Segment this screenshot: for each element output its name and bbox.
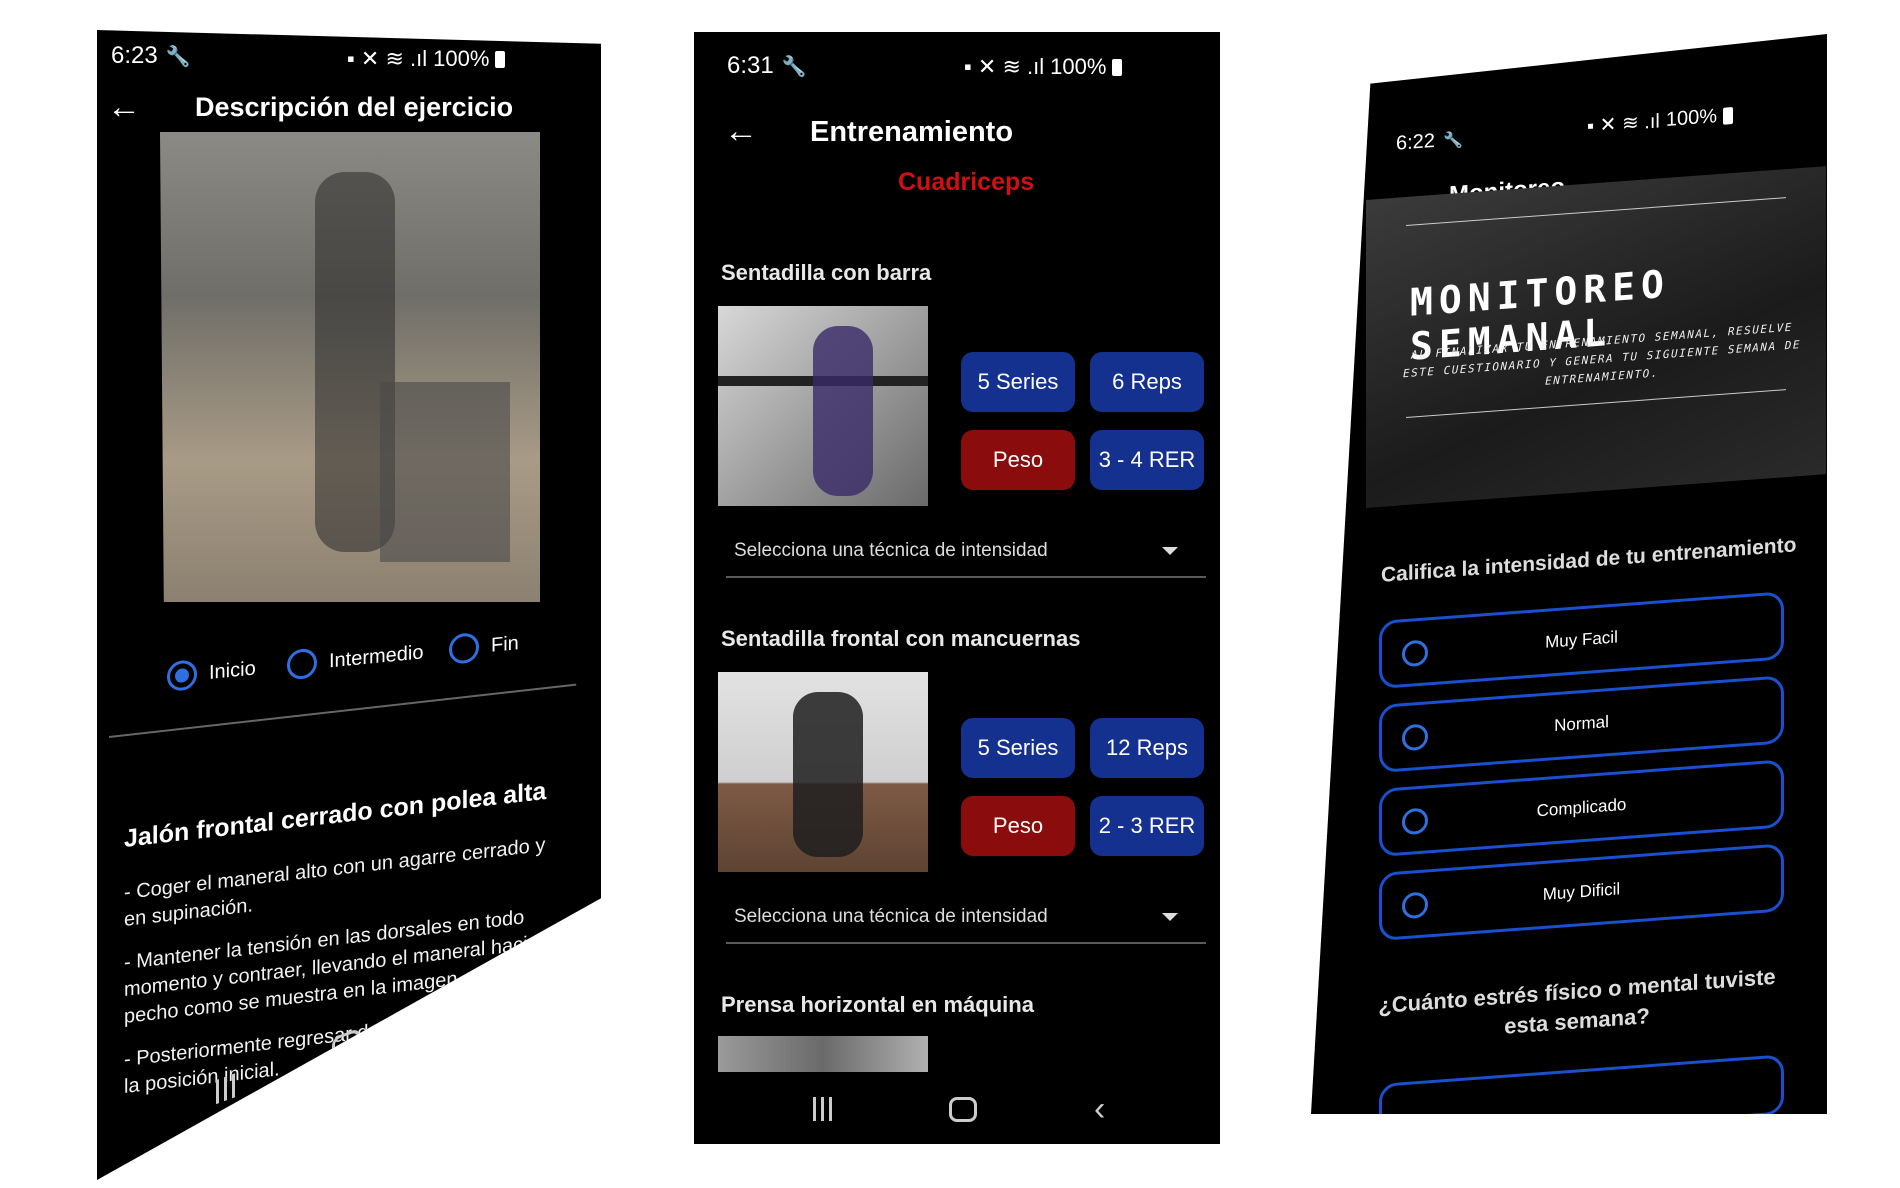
exercise-description: Jalón frontal cerrado con polea alta - C… bbox=[124, 774, 569, 1117]
radio-fin[interactable]: Fin bbox=[449, 628, 519, 665]
wrench-icon: 🔧 bbox=[1442, 131, 1463, 150]
wrench-icon: 🔧 bbox=[781, 55, 807, 78]
home-icon[interactable] bbox=[948, 1096, 977, 1122]
option-complicado[interactable]: Complicado bbox=[1379, 759, 1784, 858]
battery-label: 100% bbox=[1665, 105, 1717, 131]
status-bar: 6:23 🔧 bbox=[111, 42, 191, 70]
radio-intermedio[interactable]: Intermedio bbox=[287, 637, 424, 681]
dropdown-placeholder: Selecciona una técnica de intensidad bbox=[734, 906, 1048, 927]
option-muy-dificil[interactable]: Muy Dificil bbox=[1379, 843, 1784, 942]
rer-button[interactable]: 2 - 3 RER bbox=[1090, 796, 1204, 856]
position-radio-group: Inicio Intermedio Fin bbox=[167, 600, 587, 700]
exercise-photo bbox=[718, 672, 928, 872]
back-arrow-icon[interactable]: ← bbox=[107, 90, 141, 124]
option-label: Muy Facil bbox=[1545, 627, 1618, 652]
series-button[interactable]: 5 Series bbox=[961, 352, 1075, 412]
nav-back-icon[interactable]: ‹ bbox=[457, 981, 468, 1023]
dropdown-placeholder: Selecciona una técnica de intensidad bbox=[734, 540, 1048, 561]
battery-icon bbox=[1723, 107, 1733, 125]
wrench-icon: 🔧 bbox=[165, 45, 191, 68]
exercise-title: Sentadilla con barra bbox=[721, 260, 932, 285]
status-time: 6:31 bbox=[727, 52, 774, 79]
phone-exercise-description: 6:23 🔧 ▪ ✕ ≋ .ıl 100% ← Descripción del … bbox=[97, 30, 601, 1180]
radio-empty-icon bbox=[1402, 807, 1428, 836]
battery-label: 100% bbox=[433, 46, 490, 71]
intensity-technique-select[interactable]: Selecciona una técnica de intensidad bbox=[726, 892, 1206, 944]
phone-monitoring: 6:22 🔧 ▪ ✕ ≋ .ıl 100% ← Monitoreo MONITO… bbox=[1311, 34, 1827, 1114]
signal-icon: ▪ ✕ ≋ .ıl bbox=[1587, 110, 1660, 138]
radio-inicio[interactable]: Inicio bbox=[167, 653, 256, 692]
recents-icon[interactable] bbox=[215, 1073, 235, 1105]
question-stress: ¿Cuánto estrés físico o mental tuviste e… bbox=[1378, 963, 1776, 1039]
exercise-photo bbox=[160, 132, 540, 602]
option-normal[interactable]: Normal bbox=[1379, 675, 1784, 774]
status-bar: 6:31 🔧 bbox=[727, 52, 807, 80]
battery-icon bbox=[495, 50, 506, 68]
monitoring-content: 6:22 🔧 ▪ ✕ ≋ .ıl 100% ← Monitoreo MONITO… bbox=[1311, 34, 1827, 1114]
radio-empty-icon bbox=[1402, 891, 1428, 920]
caret-down-icon bbox=[1162, 913, 1178, 921]
weight-button[interactable]: Peso bbox=[961, 430, 1075, 490]
reps-button[interactable]: 6 Reps bbox=[1090, 352, 1204, 412]
radio-label: Intermedio bbox=[329, 640, 424, 672]
option-partial[interactable] bbox=[1379, 1054, 1784, 1114]
nav-back-icon[interactable]: ‹ bbox=[1094, 1092, 1105, 1126]
weight-button[interactable]: Peso bbox=[961, 796, 1075, 856]
signal-icon: ▪ ✕ ≋ .ıl bbox=[347, 46, 428, 71]
status-time: 6:23 bbox=[111, 42, 158, 69]
radio-empty-icon bbox=[1402, 639, 1428, 668]
exercise-title: Prensa horizontal en máquina bbox=[721, 992, 1034, 1017]
page-title: Descripción del ejercicio bbox=[195, 92, 514, 122]
page-title: Entrenamiento bbox=[810, 116, 1014, 148]
system-navbar: ‹ bbox=[754, 1084, 1164, 1134]
question-intensity: Califica la intensidad de tu entrenamien… bbox=[1381, 533, 1797, 587]
exercise-photo bbox=[718, 306, 928, 506]
reps-button[interactable]: 12 Reps bbox=[1090, 718, 1204, 778]
series-button[interactable]: 5 Series bbox=[961, 718, 1075, 778]
battery-icon bbox=[1112, 58, 1123, 76]
intensity-technique-select[interactable]: Selecciona una técnica de intensidad bbox=[726, 526, 1206, 578]
phone-training: 6:31 🔧 ▪ ✕ ≋ .ıl 100% ← Entrenamiento Cu… bbox=[694, 32, 1220, 1144]
recents-icon[interactable] bbox=[812, 1097, 832, 1121]
status-time: 6:22 bbox=[1396, 129, 1435, 155]
radio-selected-icon bbox=[167, 659, 197, 692]
banner-rule bbox=[1406, 197, 1786, 227]
signal-icon: ▪ ✕ ≋ .ıl bbox=[964, 54, 1045, 79]
weekly-monitoring-banner: MONITOREO SEMANAL AL FINALIZAR TU ENTREN… bbox=[1366, 166, 1826, 508]
status-icons: ▪ ✕ ≋ .ıl 100% bbox=[964, 54, 1123, 80]
status-icons: ▪ ✕ ≋ .ıl 100% bbox=[1587, 103, 1733, 139]
battery-label: 100% bbox=[1050, 54, 1107, 79]
radio-label: Inicio bbox=[209, 656, 256, 684]
status-bar: 6:22 🔧 bbox=[1396, 128, 1463, 156]
radio-empty-icon bbox=[1402, 723, 1428, 752]
radio-empty-icon bbox=[287, 647, 317, 681]
exercise-title: Sentadilla frontal con mancuernas bbox=[721, 626, 1081, 651]
back-arrow-icon[interactable]: ← bbox=[724, 114, 758, 148]
muscle-group-title: Cuadriceps bbox=[898, 168, 1035, 196]
home-icon[interactable] bbox=[331, 1027, 360, 1063]
caret-down-icon bbox=[1162, 547, 1178, 555]
radio-empty-icon bbox=[449, 631, 479, 665]
option-label: Normal bbox=[1554, 712, 1609, 736]
option-label: Complicado bbox=[1536, 794, 1627, 821]
exercise-photo bbox=[718, 1036, 928, 1072]
radio-label: Fin bbox=[491, 631, 519, 657]
option-muy-facil[interactable]: Muy Facil bbox=[1379, 591, 1784, 690]
rer-button[interactable]: 3 - 4 RER bbox=[1090, 430, 1204, 490]
option-label: Muy Dificil bbox=[1542, 879, 1621, 904]
status-icons: ▪ ✕ ≋ .ıl 100% bbox=[347, 46, 506, 72]
